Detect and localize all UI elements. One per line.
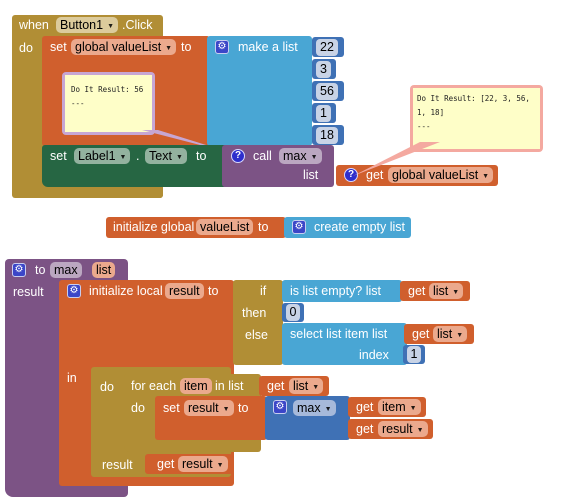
initialize-local-label: initialize local [89,284,163,298]
number-value[interactable]: 1 [316,105,331,122]
bubble-result-line: Do It Result: 56 [71,85,144,94]
result-label: result [102,458,133,472]
make-a-list-label: make a list [238,40,298,54]
is-list-empty-label: is list empty? list [290,284,381,298]
to-label: to [238,401,249,415]
do-label: do [19,41,33,55]
mutator-gear-icon[interactable]: ⚙ [67,284,81,298]
initialize-global-label: initialize global [113,220,195,234]
property-dropdown[interactable]: Text ▼ [145,148,187,164]
event-name-label: .Click [122,18,153,32]
result-variable-dropdown[interactable]: result ▼ [378,421,428,437]
procedure-dropdown[interactable]: max ▼ [279,148,322,164]
bubble-result-line: Do It Result: [22, 3, 56, [417,94,530,103]
get-label: get [157,457,175,471]
to-label: to [196,149,207,163]
do-label: do [131,401,145,415]
select-list-item-label: select list item list [290,327,388,341]
list-variable-dropdown[interactable]: list ▼ [433,326,468,342]
get-label: get [408,284,426,298]
help-icon[interactable]: ? [231,149,245,163]
index-label: index [359,348,389,362]
if-then-else-block[interactable] [233,280,283,365]
number-value[interactable]: 22 [316,39,338,56]
in-label: in [67,371,77,385]
number-value[interactable]: 3 [316,61,331,78]
number-value[interactable]: 18 [316,127,338,144]
get-label: get [267,379,285,393]
if-label: if [260,284,267,298]
to-label: to [258,220,269,234]
bubble-pointer [353,142,440,176]
number-value[interactable]: 56 [316,83,338,100]
mutator-gear-icon[interactable]: ⚙ [215,40,229,54]
component-dropdown[interactable]: Button1 ▼ [56,17,119,33]
loop-variable-field[interactable]: item [180,378,212,394]
parameter-list[interactable]: list [92,262,116,278]
to-label: to [35,263,46,277]
list-variable-dropdown[interactable]: list ▼ [429,283,464,299]
bubble-separator: --- [417,122,431,131]
bubble-separator: --- [71,99,85,108]
set-label: set [50,149,67,163]
local-name-field[interactable]: result [165,283,204,299]
number-value[interactable]: 1 [407,346,421,363]
math-operator-dropdown[interactable]: max ▼ [293,400,336,416]
create-empty-list-label: create empty list [314,220,406,234]
item-variable-dropdown[interactable]: item ▼ [378,399,421,415]
get-label: get [412,327,430,341]
call-label: call [253,149,272,163]
get-label: get [356,400,374,414]
in-list-label: in list [215,379,244,393]
do-label: do [100,380,114,394]
label-component-dropdown[interactable]: Label1 ▼ [74,148,131,164]
to-label: to [208,284,219,298]
list-arg-label: list [303,168,319,182]
mutator-gear-icon[interactable]: ⚙ [12,263,26,277]
do-it-result-bubble: Do It Result: 56 --- [65,75,152,132]
global-name-field[interactable]: valueList [196,219,254,235]
when-label: when [19,18,49,32]
set-label: set [163,401,180,415]
else-label: else [245,328,268,342]
global-variable-dropdown[interactable]: global valueList ▼ [71,39,177,55]
for-each-label: for each [131,379,177,393]
result-label: result [13,285,44,299]
then-label: then [242,306,267,320]
dot-label: . [136,149,140,163]
result-variable-dropdown[interactable]: result ▼ [184,400,234,416]
mutator-gear-icon[interactable]: ⚙ [292,220,306,234]
bubble-result-line: 1, 18] [417,108,445,117]
procedure-name-field[interactable]: max [50,262,82,278]
list-variable-dropdown[interactable]: list ▼ [289,378,324,394]
number-value[interactable]: 0 [286,304,300,321]
get-label: get [356,422,374,436]
mutator-gear-icon[interactable]: ⚙ [273,400,287,414]
to-label: to [181,40,192,54]
set-label: set [50,40,67,54]
result-variable-dropdown[interactable]: result ▼ [178,456,228,472]
